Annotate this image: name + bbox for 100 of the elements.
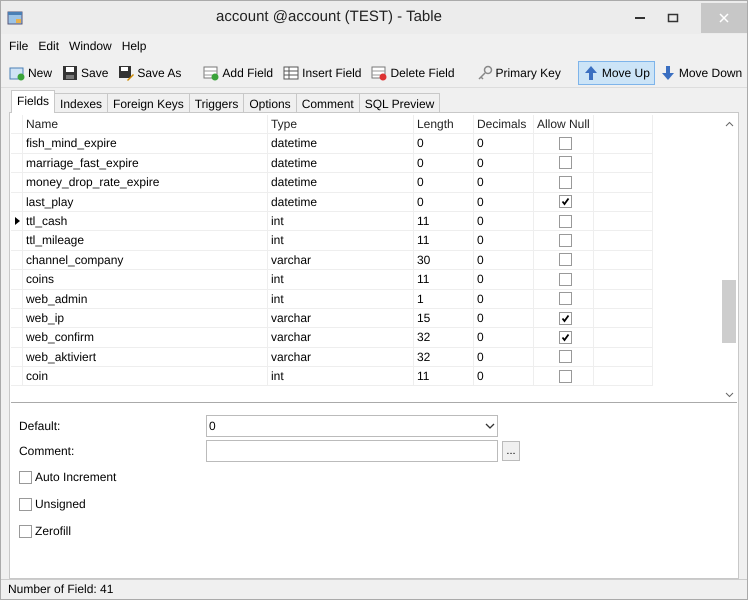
- row-header-cell[interactable]: [11, 231, 23, 251]
- toolbar-button[interactable]: Delete Field: [366, 60, 460, 84]
- checkbox[interactable]: [558, 195, 572, 208]
- toolbar-button[interactable]: New: [4, 60, 58, 84]
- table-cell: 1: [414, 290, 474, 309]
- row-header-cell[interactable]: [11, 173, 23, 193]
- ellipsis-button[interactable]: ...: [502, 441, 520, 461]
- checkbox[interactable]: [558, 330, 572, 344]
- row-header-cell[interactable]: [11, 134, 23, 154]
- minimize-icon: [635, 16, 645, 18]
- table-cell: web_admin: [23, 290, 268, 309]
- table-cell: 0: [414, 134, 474, 154]
- checkbox[interactable]: [558, 312, 572, 325]
- checkbox[interactable]: [558, 176, 572, 189]
- toolbar-button[interactable]: Save: [57, 60, 114, 84]
- table-cell: money_drop_rate_expire: [23, 173, 268, 193]
- row-pointer-icon: [14, 216, 21, 226]
- table-cell: 0: [474, 250, 534, 270]
- row-header-cell[interactable]: [11, 212, 23, 232]
- checkbox[interactable]: [558, 214, 572, 228]
- table-cell: 11: [414, 270, 474, 290]
- toolbar-button[interactable]: Save As: [113, 60, 186, 84]
- table-cell: 11: [414, 367, 474, 386]
- menu-item[interactable]: Edit: [33, 37, 64, 55]
- table-cell: 30: [414, 250, 474, 270]
- tab[interactable]: Foreign Keys: [107, 93, 190, 113]
- table-grid-icon: [283, 64, 300, 80]
- table-cell: int: [268, 367, 414, 386]
- key-icon: [476, 64, 492, 80]
- table-cell: web_aktiviert: [23, 348, 268, 368]
- row-header-cell[interactable]: [11, 308, 23, 328]
- checkbox[interactable]: [558, 370, 572, 383]
- tab[interactable]: Fields: [11, 90, 56, 113]
- tab[interactable]: SQL Preview: [358, 93, 440, 113]
- chevron-down-icon: [485, 422, 495, 430]
- toolbar-button[interactable]: Add Field: [198, 60, 278, 84]
- menu-item[interactable]: Help: [116, 37, 152, 55]
- table-cell: coin: [23, 367, 268, 386]
- checkbox-option[interactable]: Zerofill: [19, 522, 729, 540]
- table-cell: datetime: [268, 173, 414, 193]
- field-label: Default:: [19, 418, 62, 435]
- table-cell: datetime: [268, 134, 414, 154]
- checkbox[interactable]: [19, 470, 32, 484]
- row-header-cell[interactable]: [11, 348, 23, 368]
- table-cell: 0: [474, 134, 534, 154]
- toolbar-button[interactable]: Move Down: [654, 60, 748, 84]
- row-header-cell[interactable]: [11, 270, 23, 290]
- maximize-icon: [667, 12, 679, 24]
- table-cell: 32: [414, 328, 474, 348]
- tab[interactable]: Triggers: [188, 93, 244, 113]
- toolbar-button[interactable]: Move Up: [578, 60, 655, 84]
- table-cell: 0: [414, 173, 474, 193]
- menu-item[interactable]: File: [4, 37, 34, 55]
- table-cell: 0: [474, 367, 534, 386]
- checkbox[interactable]: [558, 234, 572, 248]
- row-header-cell[interactable]: [11, 328, 23, 348]
- table-cell: web_ip: [23, 308, 268, 328]
- table-cell: 11: [414, 231, 474, 251]
- field-label: Comment:: [19, 443, 76, 460]
- option-label: Auto Increment: [35, 469, 116, 486]
- table-cell: int: [268, 270, 414, 290]
- input-field[interactable]: [206, 440, 498, 462]
- checkbox[interactable]: [558, 137, 572, 150]
- table-cell: 11: [414, 212, 474, 232]
- column-header: Type: [268, 115, 414, 134]
- checkbox[interactable]: [19, 498, 32, 510]
- column-header: Name: [23, 115, 268, 134]
- checkbox[interactable]: [558, 272, 572, 286]
- column-header: Allow Null: [534, 115, 594, 134]
- table-cell: datetime: [268, 154, 414, 174]
- menu-item[interactable]: Window: [64, 37, 117, 55]
- table-new-icon: [9, 64, 25, 80]
- dropdown-field[interactable]: 0: [206, 415, 498, 437]
- table-cell: last_play: [23, 192, 268, 212]
- row-header-cell[interactable]: [11, 367, 23, 386]
- checkbox-option[interactable]: Unsigned: [19, 495, 729, 513]
- scrollbar-thumb[interactable]: [722, 280, 736, 343]
- table-cell: 15: [414, 308, 474, 328]
- checkbox[interactable]: [19, 524, 32, 538]
- row-header-cell[interactable]: [11, 290, 23, 309]
- close-button[interactable]: [701, 2, 747, 32]
- checkbox[interactable]: [558, 350, 572, 364]
- toolbar-button[interactable]: Primary Key: [472, 60, 566, 84]
- row-header-cell[interactable]: [11, 192, 23, 212]
- tab[interactable]: Options: [243, 93, 297, 113]
- table-cell: 0: [474, 192, 534, 212]
- checkbox[interactable]: [558, 156, 572, 170]
- column-header: Decimals: [474, 115, 534, 134]
- row-header-cell[interactable]: [11, 250, 23, 270]
- toolbar-button[interactable]: Insert Field: [278, 60, 366, 84]
- table-cell: varchar: [268, 328, 414, 348]
- row-header-cell[interactable]: [11, 154, 23, 174]
- option-label: Unsigned: [35, 496, 86, 513]
- table-cell: 0: [474, 308, 534, 328]
- table-cell: int: [268, 231, 414, 251]
- checkbox[interactable]: [558, 253, 572, 266]
- checkbox[interactable]: [558, 292, 572, 306]
- close-icon: [718, 12, 730, 24]
- checkbox-option[interactable]: Auto Increment: [19, 468, 729, 486]
- table-cell: 0: [474, 328, 534, 348]
